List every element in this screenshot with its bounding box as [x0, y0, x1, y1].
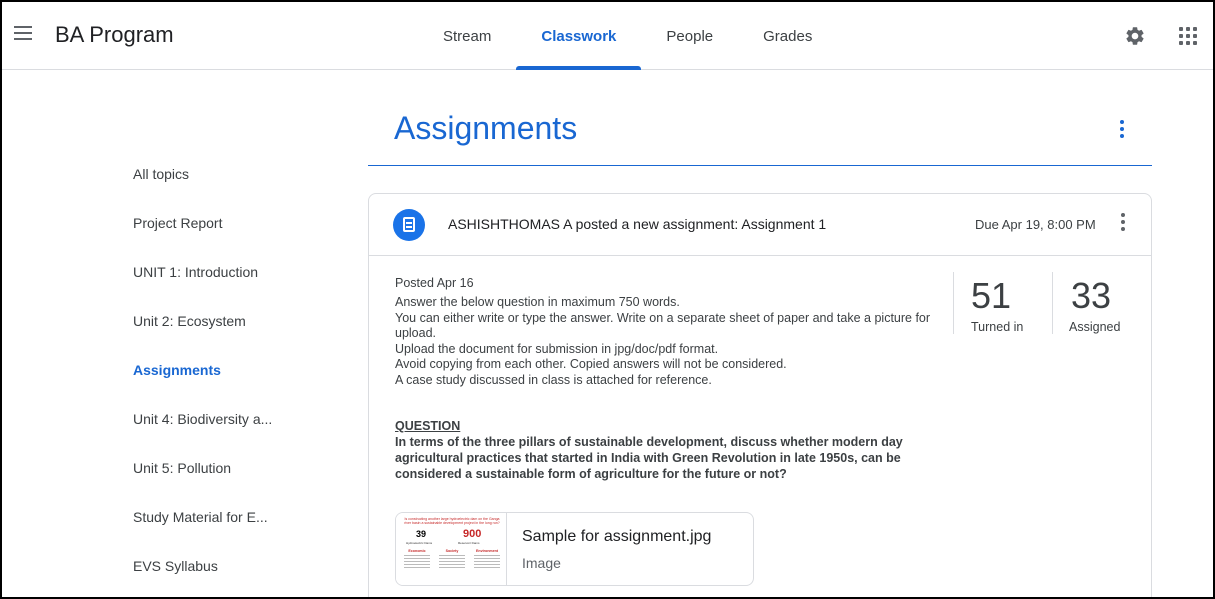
tab-classwork[interactable]: Classwork [516, 2, 642, 70]
section-title: Assignments [394, 110, 578, 146]
more-vert-icon[interactable] [1114, 120, 1130, 144]
thumb-col-heading: Society [445, 549, 459, 553]
attachment-chip[interactable]: Is constructing another large hydroelect… [395, 512, 754, 586]
question-label: QUESTION [395, 419, 461, 433]
thumb-col-heading: Economic [408, 549, 426, 553]
tab-people[interactable]: People [641, 2, 738, 70]
posted-date: Posted Apr 16 [395, 276, 474, 290]
gear-icon[interactable] [1124, 25, 1146, 47]
nav-tabs: Stream Classwork People Grades [418, 2, 837, 70]
assignment-card-header[interactable]: ASHISHTHOMAS A posted a new assignment: … [369, 194, 1151, 256]
stats-divider [1052, 272, 1053, 334]
topics-sidebar: All topics Project Report UNIT 1: Introd… [133, 162, 353, 597]
instruction-line: A case study discussed in class is attac… [395, 372, 712, 387]
assignment-card: ASHISHTHOMAS A posted a new assignment: … [368, 193, 1152, 597]
thumb-sub-1: Hydroelectric Dams [406, 541, 433, 545]
question-text: In terms of the three pillars of sustain… [395, 435, 903, 481]
apps-grid-icon[interactable] [1179, 27, 1197, 45]
due-date: Due Apr 19, 8:00 PM [975, 217, 1096, 232]
tab-grades[interactable]: Grades [738, 2, 837, 70]
tab-stream[interactable]: Stream [418, 2, 516, 70]
card-more-vert-icon[interactable] [1115, 213, 1131, 237]
thumb-columns: Economic Society Environment [402, 549, 502, 570]
thumb-title: Is constructing another large hydroelect… [404, 517, 500, 525]
thumb-number-2: 900 [463, 528, 482, 540]
sidebar-item-project-report[interactable]: Project Report [133, 211, 353, 260]
sidebar-item-evs-syllabus[interactable]: EVS Syllabus [133, 554, 353, 597]
turned-in-count: 51 [971, 275, 1012, 316]
thumb-sub-2: Reservoir Dams [458, 541, 480, 545]
assigned-stat[interactable]: 33 Assigned [1069, 275, 1121, 335]
class-title[interactable]: BA Program [55, 22, 174, 48]
sidebar-item-all-topics[interactable]: All topics [133, 162, 353, 211]
instruction-line: Answer the below question in maximum 750… [395, 295, 680, 309]
attachment-name: Sample for assignment.jpg [522, 528, 712, 545]
turned-in-label: Turned in [971, 320, 1024, 334]
instruction-line: You can either write or type the answer.… [395, 310, 931, 341]
assignment-body: Posted Apr 16 Answer the below question … [395, 275, 955, 482]
instruction-line: Upload the document for submission in jp… [395, 341, 719, 356]
assigned-label: Assigned [1069, 320, 1121, 334]
assignment-icon [393, 209, 425, 241]
sidebar-item-unit-5[interactable]: Unit 5: Pollution [133, 456, 353, 505]
turned-in-stat[interactable]: 51 Turned in [971, 275, 1024, 335]
attachment-type: Image [522, 555, 561, 571]
sidebar-item-unit-4[interactable]: Unit 4: Biodiversity a... [133, 407, 353, 456]
thumb-col-heading: Environment [476, 549, 498, 553]
top-app-bar: BA Program Stream Classwork People Grade… [2, 2, 1213, 70]
hamburger-menu-icon[interactable] [14, 26, 32, 42]
sidebar-item-assignments[interactable]: Assignments [133, 358, 353, 407]
sidebar-item-unit-2[interactable]: Unit 2: Ecosystem [133, 309, 353, 358]
assigned-count: 33 [1071, 275, 1112, 316]
instruction-line: Avoid copying from each other. Copied an… [395, 357, 787, 371]
assignment-header-text[interactable]: ASHISHTHOMAS A posted a new assignment: … [448, 216, 826, 232]
stats-divider [953, 272, 954, 334]
sidebar-item-study-material[interactable]: Study Material for E... [133, 505, 353, 554]
attachment-thumbnail: Is constructing another large hydroelect… [396, 513, 507, 585]
sidebar-item-unit-1[interactable]: UNIT 1: Introduction [133, 260, 353, 309]
section-divider [368, 165, 1152, 166]
thumb-number-1: 39 [416, 529, 427, 539]
classroom-window: BA Program Stream Classwork People Grade… [0, 0, 1215, 599]
